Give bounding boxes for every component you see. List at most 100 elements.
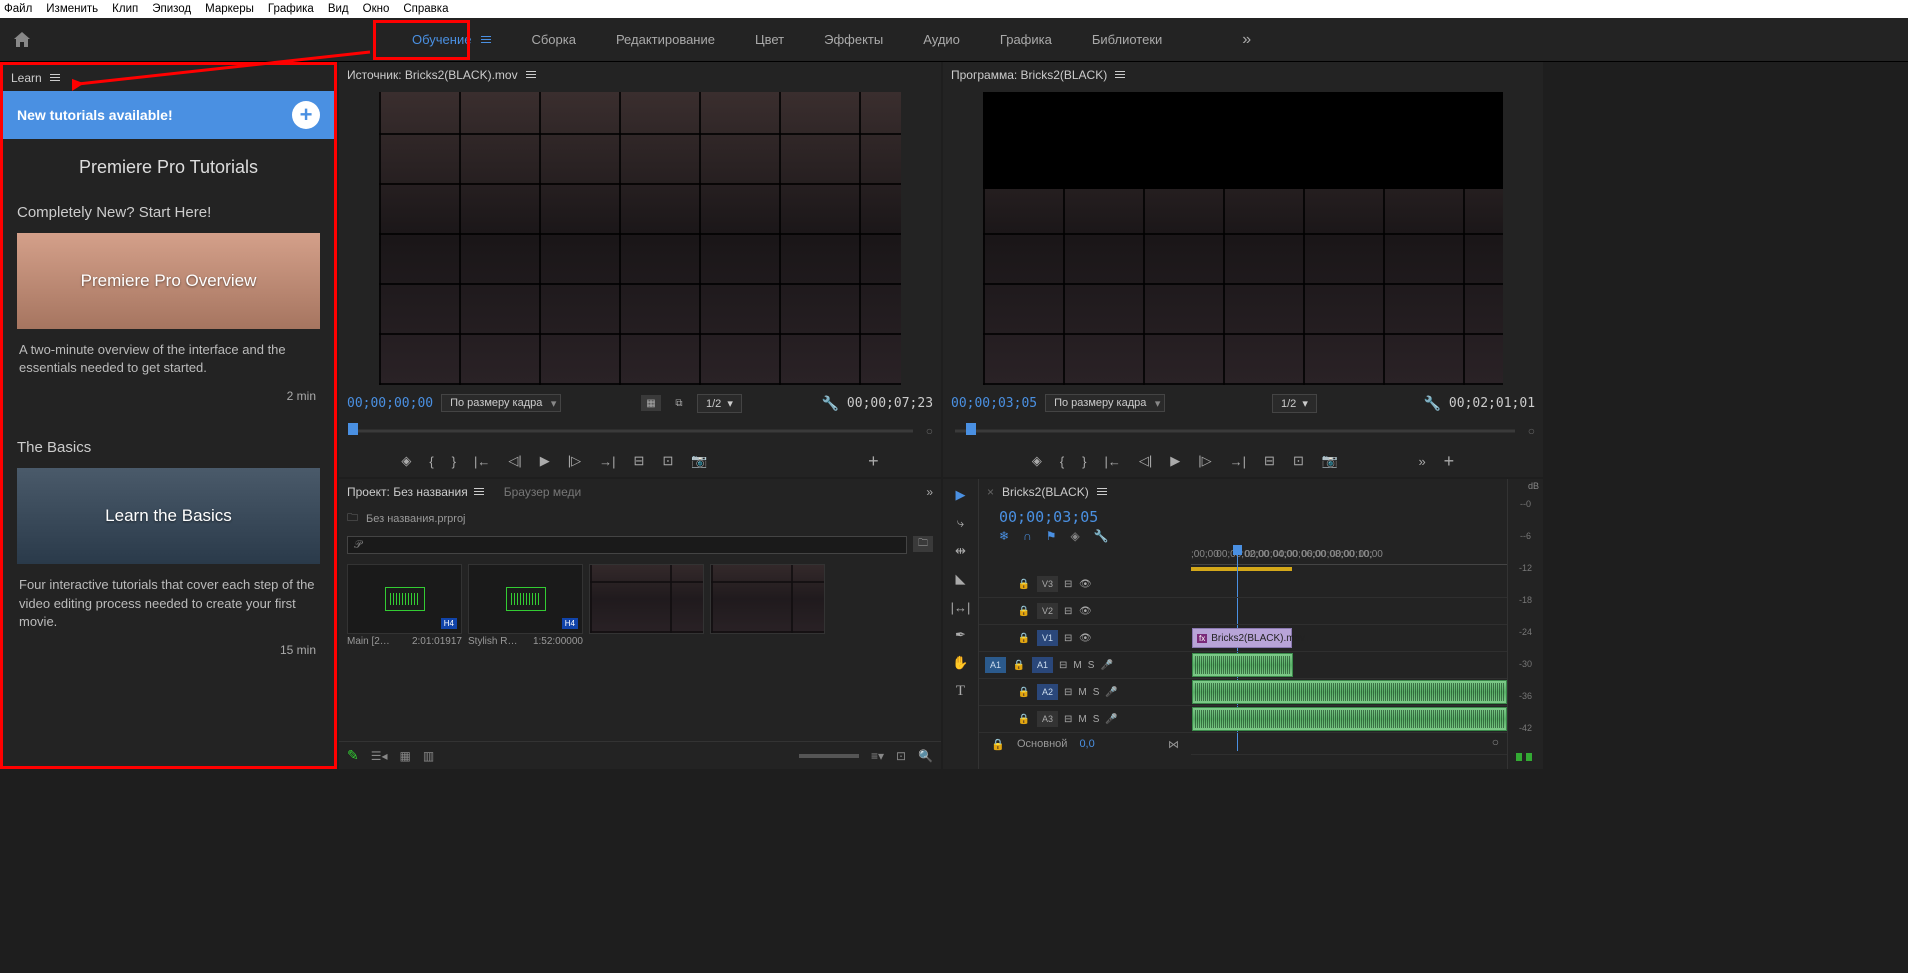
go-to-out-icon[interactable]: →| [1230, 454, 1246, 469]
hamburger-icon[interactable] [50, 74, 60, 82]
zoom-slider[interactable] [799, 754, 859, 758]
tab-media-browser[interactable]: Браузер меди [504, 485, 582, 499]
hamburger-icon[interactable] [1115, 71, 1125, 79]
mic-icon[interactable]: 🎤 [1105, 687, 1117, 698]
search-filter-icon[interactable]: 🗀 [913, 536, 933, 552]
track-lane-v3[interactable] [1191, 571, 1507, 598]
razor-tool-icon[interactable]: ◣ [949, 569, 973, 589]
track-lane-a2[interactable] [1191, 679, 1507, 706]
workspace-editing[interactable]: Редактирование [616, 32, 715, 47]
source-video-preview[interactable] [379, 92, 901, 385]
lock-icon[interactable]: 🔒 [1017, 606, 1031, 617]
solo-icon[interactable]: S [1093, 687, 1100, 698]
pencil-icon[interactable]: ✎ [347, 747, 359, 764]
toggle-output-icon[interactable]: ⊟ [1064, 633, 1072, 644]
slip-tool-icon[interactable]: |↔| [949, 597, 973, 617]
add-button-icon[interactable]: + [1444, 451, 1455, 472]
program-fit-dropdown[interactable]: По размеру кадра [1045, 394, 1165, 412]
workspace-learning[interactable]: Обучение [412, 32, 491, 47]
export-frame-icon[interactable]: 📷 [1322, 453, 1338, 469]
freeform-view-icon[interactable]: ▥ [423, 749, 434, 763]
linked-selection-icon[interactable]: ⚑ [1046, 529, 1057, 543]
home-icon[interactable] [12, 30, 32, 50]
play-icon[interactable]: ▶ [1170, 453, 1180, 469]
magnet-icon[interactable]: ∩ [1023, 529, 1032, 543]
hand-tool-icon[interactable]: ✋ [949, 653, 973, 673]
lock-icon[interactable]: 🔒 [1017, 687, 1031, 698]
lock-icon[interactable]: 🔒 [1017, 579, 1031, 590]
find-icon[interactable]: 🔍 [918, 749, 933, 763]
add-button-icon[interactable]: + [868, 451, 879, 472]
step-back-icon[interactable]: ◁| [1139, 453, 1152, 469]
workspace-assembly[interactable]: Сборка [531, 32, 576, 47]
eye-icon[interactable]: 👁 [1078, 579, 1092, 590]
chevron-down-icon[interactable]: ○ [1492, 735, 1499, 749]
track-lane-v1[interactable]: fxBricks2(BLACK).mov [1191, 625, 1507, 652]
project-item[interactable] [710, 564, 825, 735]
icon-view-icon[interactable]: ▦ [400, 749, 411, 763]
marker-icon[interactable]: ◈ [1032, 453, 1042, 469]
project-item[interactable]: H4 Main [2…2:01:01917 [347, 564, 462, 735]
audio-clip[interactable] [1192, 680, 1507, 704]
marker-icon[interactable]: ◈ [1070, 529, 1079, 543]
mute-icon[interactable]: M [1073, 660, 1081, 671]
track-lane-v2[interactable] [1191, 598, 1507, 625]
list-view-icon[interactable]: ☰◂ [371, 749, 388, 763]
overflow-icon[interactable]: » [1418, 454, 1425, 469]
tab-project[interactable]: Проект: Без названия [347, 485, 484, 499]
source-timecode-in[interactable]: 00;00;00;00 [347, 396, 433, 411]
lock-icon[interactable]: 🔒 [991, 738, 1005, 751]
track-header-v3[interactable]: 🔒V3⊟👁 [979, 571, 1191, 598]
pen-tool-icon[interactable]: ✒ [949, 625, 973, 645]
audio-clip[interactable] [1192, 707, 1507, 731]
program-scrubber[interactable]: ○ [951, 421, 1535, 441]
tutorial-card-overview[interactable]: Premiere Pro Overview A two-minute overv… [17, 233, 320, 403]
in-point-icon[interactable]: { [1060, 454, 1064, 469]
type-tool-icon[interactable]: T [949, 681, 973, 701]
export-frame-icon[interactable]: 📷 [691, 453, 707, 469]
master-value[interactable]: 0,0 [1079, 738, 1094, 750]
menu-view[interactable]: Вид [328, 3, 349, 15]
lock-icon[interactable]: 🔒 [1017, 633, 1031, 644]
insert-icon[interactable]: ⊟ [634, 453, 645, 469]
in-point-icon[interactable]: { [429, 454, 433, 469]
go-to-in-icon[interactable]: |← [474, 454, 490, 469]
toggle-output-icon[interactable]: ⊟ [1064, 579, 1072, 590]
sort-icon[interactable]: ≡▾ [871, 749, 884, 763]
lock-icon[interactable]: 🔒 [1017, 714, 1031, 725]
wrench-icon[interactable]: 🔧 [1423, 395, 1440, 412]
source-fit-dropdown[interactable]: По размеру кадра [441, 394, 561, 412]
plus-circle-icon[interactable]: + [292, 101, 320, 129]
hamburger-icon[interactable] [526, 71, 536, 79]
tutorial-card-basics[interactable]: Learn the Basics Four interactive tutori… [17, 468, 320, 657]
step-fwd-icon[interactable]: |▷ [1198, 453, 1211, 469]
program-video-preview[interactable] [983, 92, 1503, 385]
track-select-tool-icon[interactable]: ⤷ [949, 513, 973, 533]
step-back-icon[interactable]: ◁| [508, 453, 521, 469]
step-fwd-icon[interactable]: |▷ [568, 453, 581, 469]
menu-sequence[interactable]: Эпизод [152, 3, 191, 15]
track-header-v2[interactable]: 🔒V2⊟👁 [979, 598, 1191, 625]
audio-clip[interactable] [1192, 653, 1293, 677]
overflow-icon[interactable]: » [926, 485, 933, 499]
solo-icon[interactable]: S [1093, 714, 1100, 725]
menu-markers[interactable]: Маркеры [205, 3, 254, 15]
solo-icon[interactable]: S [1088, 660, 1095, 671]
workspace-audio[interactable]: Аудио [923, 32, 960, 47]
grid-icon[interactable]: ▦ [641, 395, 661, 411]
timeline-timecode[interactable]: 00;00;03;05 [999, 508, 1098, 526]
menu-clip[interactable]: Клип [112, 3, 138, 15]
track-header-v1[interactable]: 🔒V1⊟👁 [979, 625, 1191, 652]
lock-icon[interactable]: 🔒 [1012, 660, 1026, 671]
track-lane-master[interactable]: ○ [1191, 733, 1507, 755]
sequence-name[interactable]: Bricks2(BLACK) [1002, 485, 1089, 499]
search-input[interactable] [347, 536, 907, 554]
out-point-icon[interactable]: } [1082, 454, 1086, 469]
mute-icon[interactable]: M [1078, 687, 1086, 698]
play-icon[interactable]: ▶ [540, 453, 550, 469]
selection-tool-icon[interactable]: ▶ [949, 485, 973, 505]
overwrite-icon[interactable]: ⊡ [662, 453, 673, 469]
extract-icon[interactable]: ⊡ [1293, 453, 1304, 469]
program-timecode-in[interactable]: 00;00;03;05 [951, 396, 1037, 411]
learn-tab-label[interactable]: Learn [11, 71, 42, 85]
